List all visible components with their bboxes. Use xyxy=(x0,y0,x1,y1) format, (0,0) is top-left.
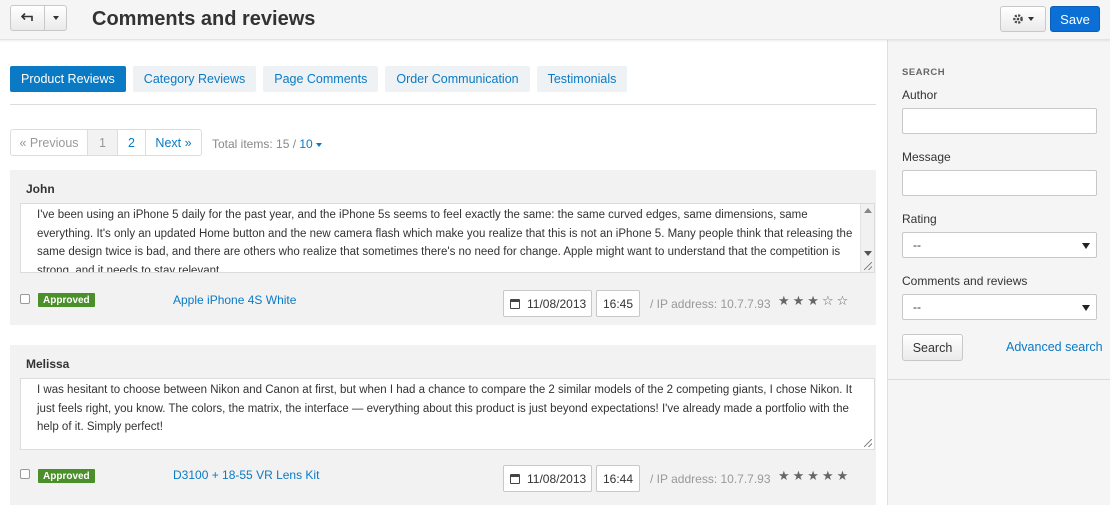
items-per-page-dropdown[interactable]: 10 xyxy=(299,137,323,151)
search-panel: SEARCH Author Message Rating -- Comments… xyxy=(888,40,1110,379)
top-toolbar: Comments and reviews Save xyxy=(0,0,1110,40)
review-author: Melissa xyxy=(26,357,70,371)
ip-address: / IP address: 10.7.7.93 xyxy=(650,297,771,311)
advanced-search-link[interactable]: Advanced search xyxy=(1006,340,1103,354)
type-label: Comments and reviews xyxy=(902,274,1028,288)
chevron-down-icon xyxy=(1028,17,1034,21)
chevron-down-icon xyxy=(52,16,59,20)
settings-dropdown-button[interactable] xyxy=(1000,6,1046,32)
section-tabs: Product Reviews Category Reviews Page Co… xyxy=(10,66,628,92)
save-button[interactable]: Save xyxy=(1050,6,1100,32)
date-picker[interactable]: 11/08/2013 xyxy=(503,290,592,317)
page-2-button[interactable]: 2 xyxy=(117,129,146,156)
scroll-down-arrow-icon[interactable] xyxy=(864,251,872,256)
chevron-down-icon xyxy=(1082,243,1090,249)
rating-stars[interactable]: ★★★☆☆ xyxy=(778,293,851,309)
time-field[interactable]: 16:44 xyxy=(596,465,640,492)
date-value: 11/08/2013 xyxy=(527,296,587,311)
page-title: Comments and reviews xyxy=(92,8,316,30)
back-dropdown-button[interactable] xyxy=(45,5,67,31)
calendar-icon xyxy=(510,473,520,484)
previous-page-button[interactable]: « Previous xyxy=(10,129,88,156)
rating-label: Rating xyxy=(902,212,937,226)
review-card: Melissa I was hesitant to choose between… xyxy=(10,345,876,505)
rating-select-value: -- xyxy=(913,238,921,252)
review-message-text: I was hesitant to choose between Nikon a… xyxy=(37,384,853,433)
tab-order-communication[interactable]: Order Communication xyxy=(385,66,530,92)
review-author: John xyxy=(26,182,55,196)
tab-product-reviews[interactable]: Product Reviews xyxy=(10,66,126,92)
next-page-button[interactable]: Next » xyxy=(145,129,202,156)
review-card: John I've been using an iPhone 5 daily f… xyxy=(10,170,876,325)
calendar-icon xyxy=(510,298,520,309)
back-button[interactable] xyxy=(10,5,45,31)
resize-handle-icon[interactable] xyxy=(864,262,872,270)
type-select-value: -- xyxy=(913,300,921,314)
type-select[interactable]: -- xyxy=(902,294,1097,320)
date-picker[interactable]: 11/08/2013 xyxy=(503,465,592,492)
back-arrow-icon xyxy=(21,13,33,21)
chevron-down-icon xyxy=(316,142,323,147)
total-items-label: Total items: 15 / xyxy=(212,137,300,151)
review-message-textarea[interactable]: I was hesitant to choose between Nikon a… xyxy=(20,378,875,450)
tabs-divider xyxy=(10,104,876,105)
rating-select[interactable]: -- xyxy=(902,232,1097,258)
pagination: « Previous 1 2 Next » xyxy=(10,129,202,156)
gear-icon xyxy=(1013,14,1023,24)
product-link[interactable]: Apple iPhone 4S White xyxy=(173,293,296,307)
page-1-button[interactable]: 1 xyxy=(87,129,118,156)
scroll-up-arrow-icon[interactable] xyxy=(864,208,872,213)
review-select-checkbox[interactable] xyxy=(20,294,30,304)
resize-handle-icon[interactable] xyxy=(864,439,872,447)
date-value: 11/08/2013 xyxy=(527,471,587,486)
tab-testimonials[interactable]: Testimonials xyxy=(536,66,628,92)
rating-stars[interactable]: ★★★★★ xyxy=(778,468,851,484)
status-badge[interactable]: Approved xyxy=(38,469,95,483)
total-items: Total items: 15 / 10 xyxy=(212,137,323,151)
time-field[interactable]: 16:45 xyxy=(596,290,640,317)
author-label: Author xyxy=(902,88,938,102)
sidebar-divider xyxy=(888,379,1110,380)
review-message-text: I've been using an iPhone 5 daily for th… xyxy=(37,209,853,273)
review-message-textarea[interactable]: I've been using an iPhone 5 daily for th… xyxy=(20,203,875,273)
search-button[interactable]: Search xyxy=(902,334,963,361)
tab-category-reviews[interactable]: Category Reviews xyxy=(132,66,257,92)
search-heading: SEARCH xyxy=(902,67,946,78)
message-input[interactable] xyxy=(902,170,1097,196)
items-per-page-value: 10 xyxy=(299,137,313,151)
status-badge[interactable]: Approved xyxy=(38,293,95,307)
search-sidebar: SEARCH Author Message Rating -- Comments… xyxy=(887,40,1110,505)
review-select-checkbox[interactable] xyxy=(20,469,30,479)
message-label: Message xyxy=(902,150,951,164)
chevron-down-icon xyxy=(1082,305,1090,311)
ip-address: / IP address: 10.7.7.93 xyxy=(650,472,771,486)
author-input[interactable] xyxy=(902,108,1097,134)
back-button-group xyxy=(10,5,67,31)
tab-page-comments[interactable]: Page Comments xyxy=(263,66,379,92)
product-link[interactable]: D3100 + 18-55 VR Lens Kit xyxy=(173,468,319,482)
